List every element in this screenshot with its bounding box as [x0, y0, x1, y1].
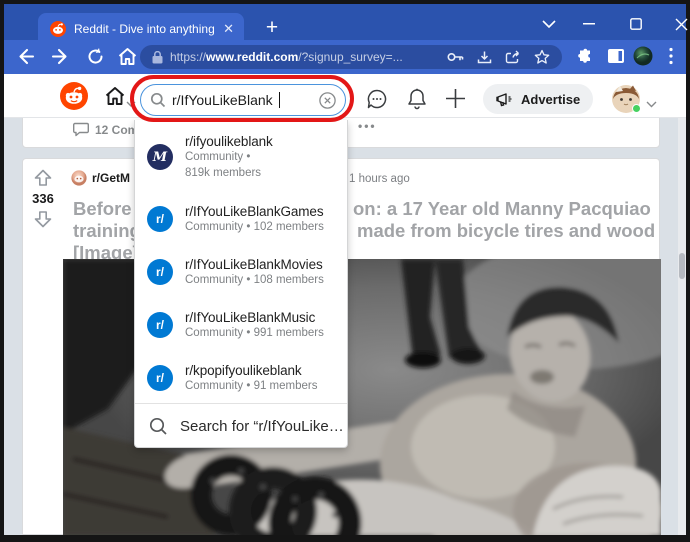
create-post-plus-icon[interactable] — [444, 87, 467, 115]
dropdown-divider — [135, 403, 347, 404]
suggestion-item[interactable]: r/ r/kpopifyoulikeblank Community • 91 m… — [147, 357, 339, 399]
search-for-label: Search for “r/IfYouLike… — [180, 418, 344, 435]
suggestion-item[interactable]: M r/ifyoulikeblank Community • 819k memb… — [147, 130, 339, 184]
community-avatar: r/ — [147, 206, 173, 232]
community-name: r/IfYouLikeBlankMusic — [185, 310, 324, 325]
search-icon — [150, 92, 166, 108]
community-meta: Community • 108 members — [185, 272, 324, 288]
community-name: r/IfYouLikeBlankGames — [185, 204, 324, 219]
post-title-fragment[interactable]: made from bicycle tires and wood — [357, 220, 655, 242]
post-overflow-menu[interactable]: ••• — [358, 119, 377, 133]
browser-window: Reddit - Dive into anything ✕ + — [0, 0, 690, 542]
community-name: r/ifyoulikeblank — [185, 134, 273, 149]
search-value: r/IfYouLikeBlank — [172, 92, 273, 108]
bookmark-star-icon[interactable] — [534, 49, 550, 65]
community-dropdown-chevron-icon[interactable] — [126, 94, 136, 112]
community-name: r/IfYouLikeBlankMovies — [185, 257, 324, 272]
maximize-button[interactable] — [623, 12, 649, 36]
community-meta: Community • 91 members — [185, 378, 317, 394]
share-icon[interactable] — [505, 50, 521, 64]
back-button[interactable] — [15, 46, 36, 72]
clear-search-icon[interactable] — [319, 92, 336, 109]
tab-search-chevron-icon[interactable] — [536, 12, 562, 36]
community-meta: 819k members — [185, 165, 273, 181]
online-status-dot — [632, 104, 641, 113]
lock-icon — [152, 51, 163, 64]
post-time: 1 hours ago — [349, 173, 410, 185]
url-text: https://www.reddit.com/?signup_survey=..… — [170, 50, 403, 64]
notifications-bell-icon[interactable] — [406, 87, 428, 115]
tab-close-icon[interactable]: ✕ — [223, 22, 234, 35]
community-meta: Community • 991 members — [185, 325, 324, 341]
new-tab-button[interactable]: + — [258, 14, 286, 42]
search-suggestions-dropdown: M r/ifyoulikeblank Community • 819k memb… — [134, 120, 348, 448]
suggestion-item[interactable]: r/ r/IfYouLikeBlankMusic Community • 991… — [147, 304, 339, 346]
scrollbar-track[interactable] — [678, 118, 686, 535]
reddit-favicon-icon — [50, 21, 66, 37]
account-chevron-icon[interactable] — [646, 95, 657, 113]
advertise-button[interactable]: Advertise — [483, 84, 593, 114]
browser-menu-icon[interactable] — [669, 47, 673, 70]
post-meta: r/GetM — [71, 170, 130, 186]
download-icon[interactable] — [477, 50, 492, 65]
search-icon — [149, 417, 168, 436]
titlebar: Reddit - Dive into anything ✕ + — [4, 4, 686, 40]
reddit-home-icon[interactable] — [104, 85, 126, 112]
post-title-fragment[interactable]: on: a 17 Year old Manny Pacquiao — [353, 198, 651, 220]
text-caret — [279, 92, 281, 108]
post-title-fragment[interactable]: training — [73, 220, 141, 242]
comment-icon — [73, 122, 89, 137]
downvote-icon[interactable] — [33, 209, 53, 229]
community-meta: Community • — [185, 149, 273, 165]
community-avatar: r/ — [147, 259, 173, 285]
subreddit-avatar — [71, 170, 87, 186]
suggestion-item[interactable]: r/ r/IfYouLikeBlankMovies Community • 10… — [147, 251, 339, 293]
address-bar[interactable]: https://www.reddit.com/?signup_survey=..… — [140, 45, 562, 69]
subreddit-name[interactable]: r/GetM — [92, 171, 130, 185]
community-avatar: r/ — [147, 312, 173, 338]
megaphone-icon — [496, 91, 514, 107]
community-name: r/kpopifyoulikeblank — [185, 363, 317, 378]
advertise-label: Advertise — [521, 92, 580, 107]
reddit-logo-icon[interactable] — [60, 82, 88, 115]
close-button[interactable] — [668, 12, 690, 36]
feed-content: 12 Comments ••• 336 — [4, 118, 686, 535]
home-button[interactable] — [117, 46, 138, 72]
community-avatar: r/ — [147, 365, 173, 391]
password-key-icon[interactable] — [447, 51, 464, 63]
browser-profile-avatar[interactable] — [633, 46, 653, 71]
reload-button[interactable] — [86, 47, 105, 71]
community-meta: Community • 102 members — [185, 219, 324, 235]
forward-button[interactable] — [50, 46, 71, 72]
search-for-row[interactable]: Search for “r/IfYouLike… — [149, 408, 344, 444]
tab-title: Reddit - Dive into anything — [74, 22, 215, 36]
search-input[interactable]: r/IfYouLikeBlank — [140, 84, 346, 116]
extensions-puzzle-icon[interactable] — [577, 48, 594, 70]
vote-count: 336 — [32, 191, 54, 206]
split-screen-icon[interactable] — [608, 49, 624, 68]
minimize-button[interactable] — [576, 12, 602, 36]
community-avatar: M — [147, 144, 173, 170]
chat-icon[interactable] — [366, 88, 388, 115]
suggestion-item[interactable]: r/ r/IfYouLikeBlankGames Community • 102… — [147, 198, 339, 240]
upvote-icon[interactable] — [33, 168, 53, 188]
scrollbar-thumb[interactable] — [679, 253, 685, 279]
vote-column: 336 — [23, 159, 63, 534]
